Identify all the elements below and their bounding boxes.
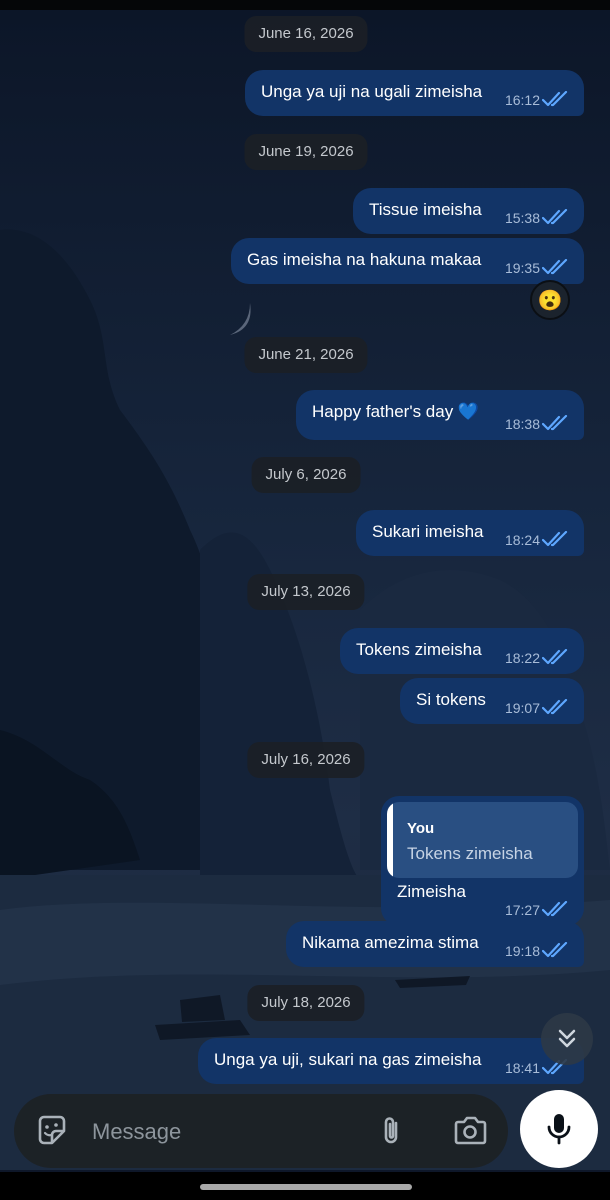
microphone-icon [547,1114,571,1145]
message-bubble[interactable]: Unga ya uji na ugali zimeisha 16:12 [245,70,584,116]
message-time: 16:12 [504,92,540,108]
double-check-icon [542,209,568,225]
message-text: Sukari imeisha [372,522,484,541]
message-input[interactable] [90,1112,364,1152]
date-separator: July 6, 2026 [251,457,361,493]
message-bubble[interactable]: Gas imeisha na hakuna makaa 19:35 [231,238,584,284]
double-check-icon [542,415,568,431]
date-separator: July 16, 2026 [247,742,365,778]
message-bubble[interactable]: Tokens zimeisha 18:22 [340,628,584,674]
message-bubble[interactable]: Happy father's day 💙 18:38 [296,390,584,440]
message-text: Happy father's day 💙 [312,402,480,421]
reply-message-bubble[interactable]: You Tokens zimeisha Zimeisha 17:27 [381,796,584,926]
quoted-message[interactable]: You Tokens zimeisha [387,802,578,878]
paperclip-icon[interactable] [374,1113,410,1149]
message-composer [14,1094,508,1168]
scroll-to-bottom-button[interactable] [541,1013,593,1065]
double-check-icon [542,901,568,917]
message-bubble[interactable]: Tissue imeisha 15:38 [353,188,584,234]
message-time: 19:07 [504,700,540,716]
quote-accent-bar [387,802,393,878]
double-check-icon [542,531,568,547]
message-text: Tokens zimeisha [356,640,482,659]
date-separator: June 21, 2026 [244,337,368,373]
message-bubble[interactable]: Unga ya uji, sukari na gas zimeisha 18:4… [198,1038,584,1084]
message-text: Si tokens [416,690,486,709]
message-time: 15:38 [504,210,540,226]
message-text: Nikama amezima stima [302,933,479,952]
double-check-icon [542,91,568,107]
double-check-icon [542,259,568,275]
message-text: Tissue imeisha [369,200,482,219]
message-time: 19:35 [504,260,540,276]
message-time: 18:22 [504,650,540,666]
message-text: Unga ya uji na ugali zimeisha [261,82,483,101]
message-bubble[interactable]: Sukari imeisha 18:24 [356,510,584,556]
quoted-text: Tokens zimeisha [407,844,533,863]
sticker-icon[interactable] [34,1113,70,1149]
message-time: 18:41 [504,1060,540,1076]
reaction-badge[interactable]: 😮 [530,280,570,320]
date-separator: July 13, 2026 [247,574,365,610]
message-text: Gas imeisha na hakuna makaa [247,250,482,269]
status-bar [0,0,610,10]
chat-messages[interactable]: June 16, 2026 Unga ya uji na ugali zimei… [0,10,610,1100]
double-chevron-down-icon [558,1029,576,1048]
voice-record-button[interactable] [520,1090,598,1168]
date-separator: July 18, 2026 [247,985,365,1021]
message-bubble[interactable]: Nikama amezima stima 19:18 [286,921,584,967]
double-check-icon [542,699,568,715]
double-check-icon [542,942,568,958]
date-separator: June 16, 2026 [244,16,368,52]
message-time: 19:18 [504,943,540,959]
quoted-author: You [407,820,435,837]
message-text: Zimeisha [397,882,466,901]
message-text: Unga ya uji, sukari na gas zimeisha [214,1050,482,1069]
message-time: 18:38 [504,416,540,432]
camera-icon[interactable] [452,1113,488,1149]
date-separator: June 19, 2026 [244,134,368,170]
message-time: 18:24 [504,532,540,548]
navigation-bar [0,1172,610,1200]
message-time: 17:27 [504,902,540,918]
double-check-icon [542,649,568,665]
message-bubble[interactable]: Si tokens 19:07 [400,678,584,724]
home-gesture-handle[interactable] [200,1184,412,1190]
